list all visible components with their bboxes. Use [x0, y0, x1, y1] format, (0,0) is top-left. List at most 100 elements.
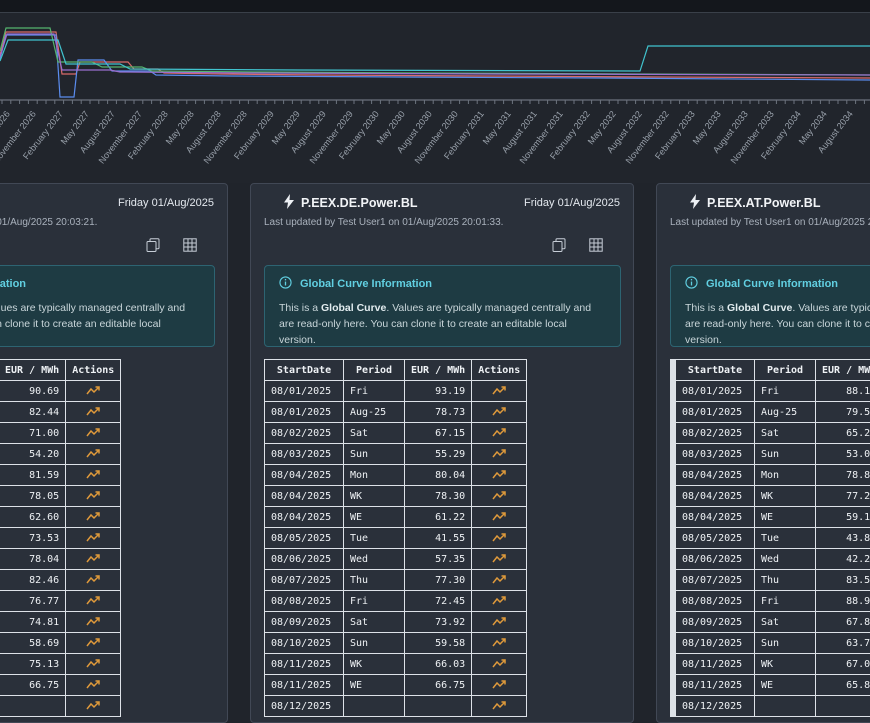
panel-header: Friday 01/Aug/2025 Last updated by Test … [0, 184, 227, 253]
trend-action-icon[interactable] [86, 574, 101, 585]
column-header: Actions [472, 360, 527, 381]
price-cell [405, 696, 472, 717]
table-row: 08/05/2025Tue43.80 [671, 528, 870, 549]
trend-action-icon[interactable] [492, 574, 507, 585]
trend-action-icon[interactable] [86, 658, 101, 669]
trend-action-icon[interactable] [86, 637, 101, 648]
period-cell: Sat [755, 612, 816, 633]
trend-action-icon[interactable] [492, 700, 507, 711]
table-row: 58.69 [0, 633, 121, 654]
trend-action-icon[interactable] [492, 637, 507, 648]
table-row: 08/04/2025WK78.30 [265, 486, 527, 507]
top-scroll-strip[interactable] [0, 0, 870, 13]
global-curve-info-box: Global Curve Information This is a Globa… [670, 265, 870, 347]
curve-panel-right: P.EEX.AT.Power.BL Friday 01/Aug/2025 Las… [656, 183, 870, 723]
table-row: 08/02/2025Sat67.15 [265, 423, 527, 444]
trend-action-icon[interactable] [492, 679, 507, 690]
trend-action-icon[interactable] [492, 595, 507, 606]
start-date-cell: 08/04/2025 [265, 507, 344, 528]
column-header: StartDate [676, 360, 755, 381]
price-cell: 65.24 [816, 423, 870, 444]
period-cell: Fri [755, 381, 816, 402]
trend-action-icon[interactable] [86, 679, 101, 690]
global-curve-info-box: Global Curve Information This is a Globa… [264, 265, 621, 347]
table-row: 75.13 [0, 654, 121, 675]
table-row: 08/07/2025Thu77.30 [265, 570, 527, 591]
price-cell: 76.77 [0, 591, 66, 612]
panels-row: Friday 01/Aug/2025 Last updated by Test … [0, 183, 870, 723]
trend-action-icon[interactable] [86, 385, 101, 396]
trend-action-icon[interactable] [86, 448, 101, 459]
chart-series-green [0, 28, 870, 75]
period-cell: Thu [344, 570, 405, 591]
table-row: 08/03/2025Sun55.29 [265, 444, 527, 465]
period-cell: Fri [344, 591, 405, 612]
copy-icon[interactable] [552, 238, 566, 252]
table-row: 08/03/2025Sun53.00 [671, 444, 870, 465]
trend-action-icon[interactable] [492, 406, 507, 417]
trend-action-icon[interactable] [86, 511, 101, 522]
trend-action-icon[interactable] [86, 490, 101, 501]
trend-action-icon[interactable] [492, 532, 507, 543]
table-row: 54.20 [0, 444, 121, 465]
trend-action-icon[interactable] [492, 385, 507, 396]
price-cell [0, 696, 66, 717]
price-cell: 90.69 [0, 381, 66, 402]
trend-action-icon[interactable] [492, 616, 507, 627]
table-row: 08/05/2025Tue41.55 [265, 528, 527, 549]
curve-table: StartDatePeriodEUR / MWhActions 90.6982.… [0, 359, 121, 717]
price-cell: 73.53 [0, 528, 66, 549]
trend-action-icon[interactable] [86, 553, 101, 564]
column-header: EUR / MWh [0, 360, 66, 381]
trend-action-icon[interactable] [492, 553, 507, 564]
period-cell: Sun [344, 444, 405, 465]
period-cell: Fri [344, 381, 405, 402]
trend-action-icon[interactable] [86, 469, 101, 480]
start-date-cell: 08/04/2025 [676, 507, 755, 528]
table-view-icon[interactable] [589, 238, 603, 252]
price-cell: 78.80 [816, 465, 870, 486]
table-row: 08/01/2025Aug-2579.59 [671, 402, 870, 423]
table-row: 08/07/2025Thu83.56 [671, 570, 870, 591]
period-cell: Mon [344, 465, 405, 486]
column-header: EUR / MWh [816, 360, 870, 381]
period-cell: Fri [755, 591, 816, 612]
start-date-cell: 08/03/2025 [676, 444, 755, 465]
price-cell: 78.30 [405, 486, 472, 507]
table-row: 08/02/2025Sat65.24 [671, 423, 870, 444]
table-row: 08/01/2025Fri88.13 [671, 381, 870, 402]
period-cell: Aug-25 [755, 402, 816, 423]
trend-action-icon[interactable] [86, 406, 101, 417]
start-date-cell: 08/04/2025 [676, 465, 755, 486]
trend-action-icon[interactable] [492, 469, 507, 480]
trend-action-icon[interactable] [86, 616, 101, 627]
price-cell: 59.58 [405, 633, 472, 654]
table-header-row: StartDatePeriodEUR / MWhActions [265, 360, 527, 381]
table-row: 08/12/2025 [671, 696, 870, 717]
trend-action-icon[interactable] [86, 595, 101, 606]
start-date-cell: 08/11/2025 [265, 654, 344, 675]
copy-icon[interactable] [146, 238, 160, 252]
info-box-title: Global Curve Information [300, 278, 432, 290]
table-view-icon[interactable] [183, 238, 197, 252]
period-cell: Aug-25 [344, 402, 405, 423]
price-cell: 41.55 [405, 528, 472, 549]
trend-action-icon[interactable] [492, 427, 507, 438]
trend-action-icon[interactable] [492, 658, 507, 669]
table-row: 78.04 [0, 549, 121, 570]
trend-action-icon[interactable] [492, 490, 507, 501]
table-row: 08/11/2025WE66.75 [265, 675, 527, 696]
price-cell: 66.75 [405, 675, 472, 696]
trend-action-icon[interactable] [492, 448, 507, 459]
start-date-cell: 08/11/2025 [676, 654, 755, 675]
column-header: StartDate [265, 360, 344, 381]
table-row: 08/04/2025Mon80.04 [265, 465, 527, 486]
trend-action-icon[interactable] [86, 532, 101, 543]
price-cell: 67.84 [816, 612, 870, 633]
table-row: 08/04/2025WE59.12 [671, 507, 870, 528]
price-cell: 88.95 [816, 591, 870, 612]
period-cell: Mon [755, 465, 816, 486]
trend-action-icon[interactable] [86, 427, 101, 438]
trend-action-icon[interactable] [492, 511, 507, 522]
trend-action-icon[interactable] [86, 700, 101, 711]
